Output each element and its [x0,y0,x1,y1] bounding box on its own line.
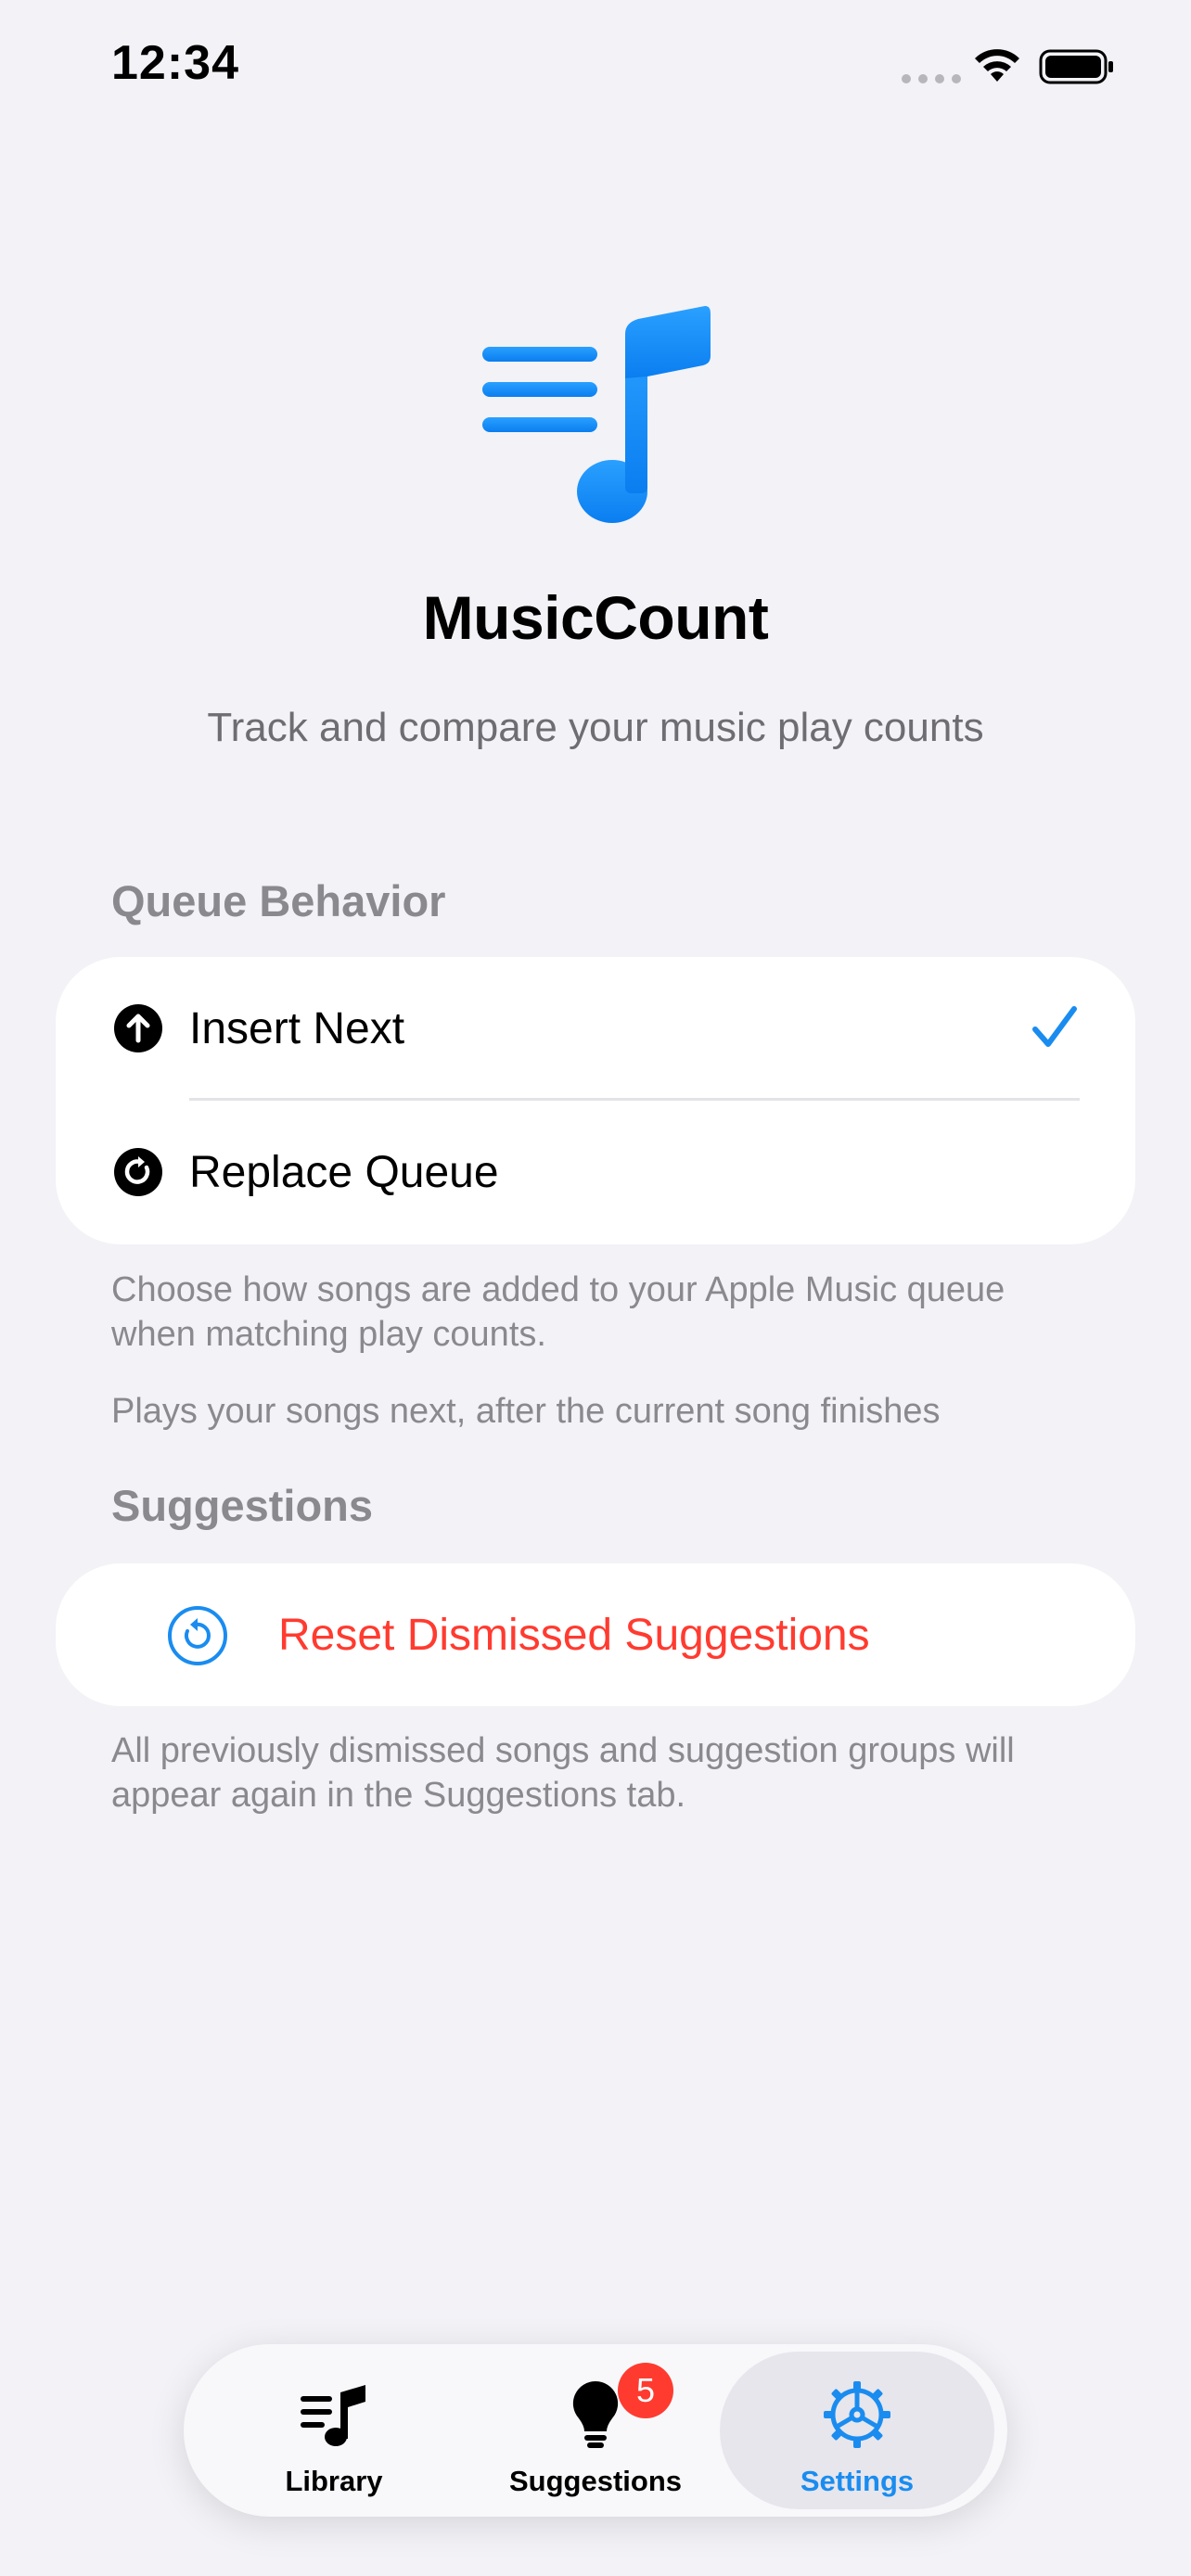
queue-description: Plays your songs next, after the current… [111,1392,941,1431]
tab-settings[interactable]: Settings [720,2352,994,2509]
option-label: Replace Queue [189,1148,499,1197]
app-title: MusicCount [422,583,769,652]
arrow-clockwise-circle-icon [114,1148,162,1196]
option-replace-queue[interactable]: Replace Queue [56,1101,1135,1244]
music-list-icon [301,2385,365,2446]
tab-bar: Library 5 Suggestions Settings [184,2344,1007,2517]
tab-suggestions[interactable]: 5 Suggestions [458,2352,733,2509]
gear-icon [824,2381,890,2448]
suggestions-badge: 5 [618,2363,673,2418]
reset-suggestions-button[interactable]: Reset Dismissed Suggestions [56,1563,1135,1706]
wifi-icon [975,49,1019,82]
tab-label: Library [285,2465,383,2497]
suggestions-footnote: All previously dismissed songs and sugge… [111,1731,1015,1815]
settings-screen: 12:34 MusicCount Track and compare your … [0,0,1191,2576]
app-tagline: Track and compare your music play counts [207,705,984,750]
tab-label: Settings [800,2465,915,2497]
tab-library[interactable]: Library [197,2352,471,2509]
option-insert-next[interactable]: Insert Next [56,957,1135,1101]
status-time: 12:34 [111,36,239,90]
queue-behavior-header: Queue Behavior [111,876,446,925]
reset-suggestions-label: Reset Dismissed Suggestions [278,1611,870,1660]
cellular-signal-icon [902,74,961,83]
tab-label: Suggestions [508,2465,682,2497]
checkmark-icon [1032,1006,1077,1047]
arrow-up-circle-icon [114,1004,162,1052]
queue-options-card: Insert Next Replace Queue [56,957,1135,1244]
suggestions-header: Suggestions [111,1481,374,1530]
battery-icon [1039,49,1113,84]
option-label: Insert Next [189,1004,405,1053]
status-bar: 12:34 [0,0,1191,139]
queue-footnote: Choose how songs are added to your Apple… [111,1270,1005,1354]
music-list-icon [482,306,711,523]
arrow-counterclockwise-circle-icon [168,1606,227,1665]
